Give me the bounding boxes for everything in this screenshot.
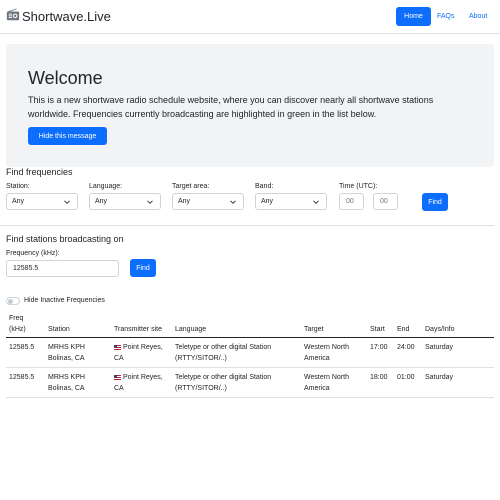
table-header-divider: [6, 337, 494, 338]
chevron-down-icon: [64, 200, 70, 205]
cell-station: MRHS KPH Bolinas, CA: [48, 372, 85, 394]
header-transmitter-site: Transmitter site: [114, 326, 162, 333]
header-station: Station: [48, 326, 70, 333]
band-select[interactable]: Any: [255, 193, 327, 210]
chevron-down-icon: [230, 200, 236, 205]
hide-inactive-toggle[interactable]: [6, 297, 20, 305]
toggle-knob: [8, 299, 13, 304]
chevron-down-icon: [313, 200, 319, 205]
cell-transmitter-site: Point Reyes, CA: [114, 342, 163, 364]
cell-target: Western North America: [304, 372, 349, 394]
language-line1: Teletype or other digital Station: [175, 344, 272, 351]
nav-about-link[interactable]: About: [469, 7, 487, 26]
brand-title: Shortwave.Live: [22, 8, 111, 24]
welcome-text: This is a new shortwave radio schedule w…: [28, 95, 434, 119]
us-flag-icon: [114, 374, 121, 381]
time-hour-input[interactable]: 00: [339, 193, 364, 210]
target-area-select[interactable]: Any: [172, 193, 244, 210]
site-region: CA: [114, 385, 124, 392]
nav-home-button[interactable]: Home: [396, 7, 431, 26]
find-stations-title: Find stations broadcasting on: [6, 234, 124, 244]
header-freq-line1: Freq: [9, 315, 24, 322]
chevron-down-icon: [147, 200, 153, 205]
frequency-label: Frequency (kHz):: [6, 250, 60, 257]
nav-faqs-link[interactable]: FAQs: [437, 7, 455, 26]
language-line1: Teletype or other digital Station: [175, 374, 272, 381]
divider: [0, 225, 494, 226]
radio-icon: [6, 8, 22, 24]
header-language: Language: [175, 326, 207, 333]
language-select-value: Any: [95, 198, 108, 205]
band-label: Band:: [255, 183, 274, 190]
brand[interactable]: Shortwave.Live: [6, 8, 111, 24]
language-select[interactable]: Any: [89, 193, 161, 210]
us-flag-icon: [114, 344, 121, 351]
target-line2: America: [304, 355, 330, 362]
row-divider: [6, 367, 494, 368]
cell-language: Teletype or other digital Station (RTTY/…: [175, 372, 271, 394]
station-label: Station:: [6, 183, 30, 190]
cell-days-info: Saturday: [425, 344, 454, 351]
hide-inactive-label: Hide Inactive Frequencies: [24, 297, 105, 304]
navbar: Shortwave.Live Home FAQs About: [0, 0, 500, 34]
cell-end: 01:00: [397, 374, 415, 381]
station-location: Bolinas, CA: [48, 385, 85, 392]
target-line1: Western North: [304, 344, 349, 351]
language-label: Language:: [89, 183, 123, 190]
band-select-value: Any: [261, 198, 274, 205]
station-select-value: Any: [12, 198, 25, 205]
target-line1: Western North: [304, 374, 349, 381]
header-end: End: [397, 326, 410, 333]
cell-station: MRHS KPH Bolinas, CA: [48, 342, 85, 364]
cell-start: 17:00: [370, 344, 388, 351]
station-location: Bolinas, CA: [48, 355, 85, 362]
find-stations-button[interactable]: Find: [130, 259, 156, 277]
frequency-input[interactable]: 12585.5: [6, 260, 119, 277]
cell-days-info: Saturday: [425, 374, 454, 381]
station-name: MRHS KPH: [48, 374, 85, 381]
header-freq: Freq (kHz): [9, 313, 26, 335]
welcome-title: Welcome: [28, 68, 103, 88]
header-start: Start: [370, 326, 385, 333]
header-target: Target: [304, 326, 324, 333]
cell-language: Teletype or other digital Station (RTTY/…: [175, 342, 271, 364]
time-minute-input[interactable]: 00: [373, 193, 398, 210]
cell-freq: 12585.5: [9, 344, 35, 351]
cell-start: 18:00: [370, 374, 388, 381]
target-area-label: Target area:: [172, 183, 210, 190]
station-name: MRHS KPH: [48, 344, 85, 351]
header-freq-line2: (kHz): [9, 326, 26, 333]
find-frequencies-title: Find frequencies: [6, 167, 73, 177]
header-days-info: Days/Info: [425, 326, 455, 333]
site-name: Point Reyes,: [122, 344, 163, 351]
station-select[interactable]: Any: [6, 193, 78, 210]
language-line2: (RTTY/SITOR/..): [175, 355, 227, 362]
language-line2: (RTTY/SITOR/..): [175, 385, 227, 392]
welcome-panel: Welcome This is a new shortwave radio sc…: [6, 44, 494, 167]
time-label: Time (UTC):: [339, 183, 378, 190]
cell-freq: 12585.5: [9, 374, 35, 381]
cell-target: Western North America: [304, 342, 349, 364]
target-area-select-value: Any: [178, 198, 191, 205]
hide-message-button[interactable]: Hide this message: [28, 127, 107, 145]
row-divider: [6, 397, 494, 398]
target-line2: America: [304, 385, 330, 392]
site-name: Point Reyes,: [122, 374, 163, 381]
site-region: CA: [114, 355, 124, 362]
cell-end: 24:00: [397, 344, 415, 351]
cell-transmitter-site: Point Reyes, CA: [114, 372, 163, 394]
find-frequencies-button[interactable]: Find: [422, 193, 448, 211]
